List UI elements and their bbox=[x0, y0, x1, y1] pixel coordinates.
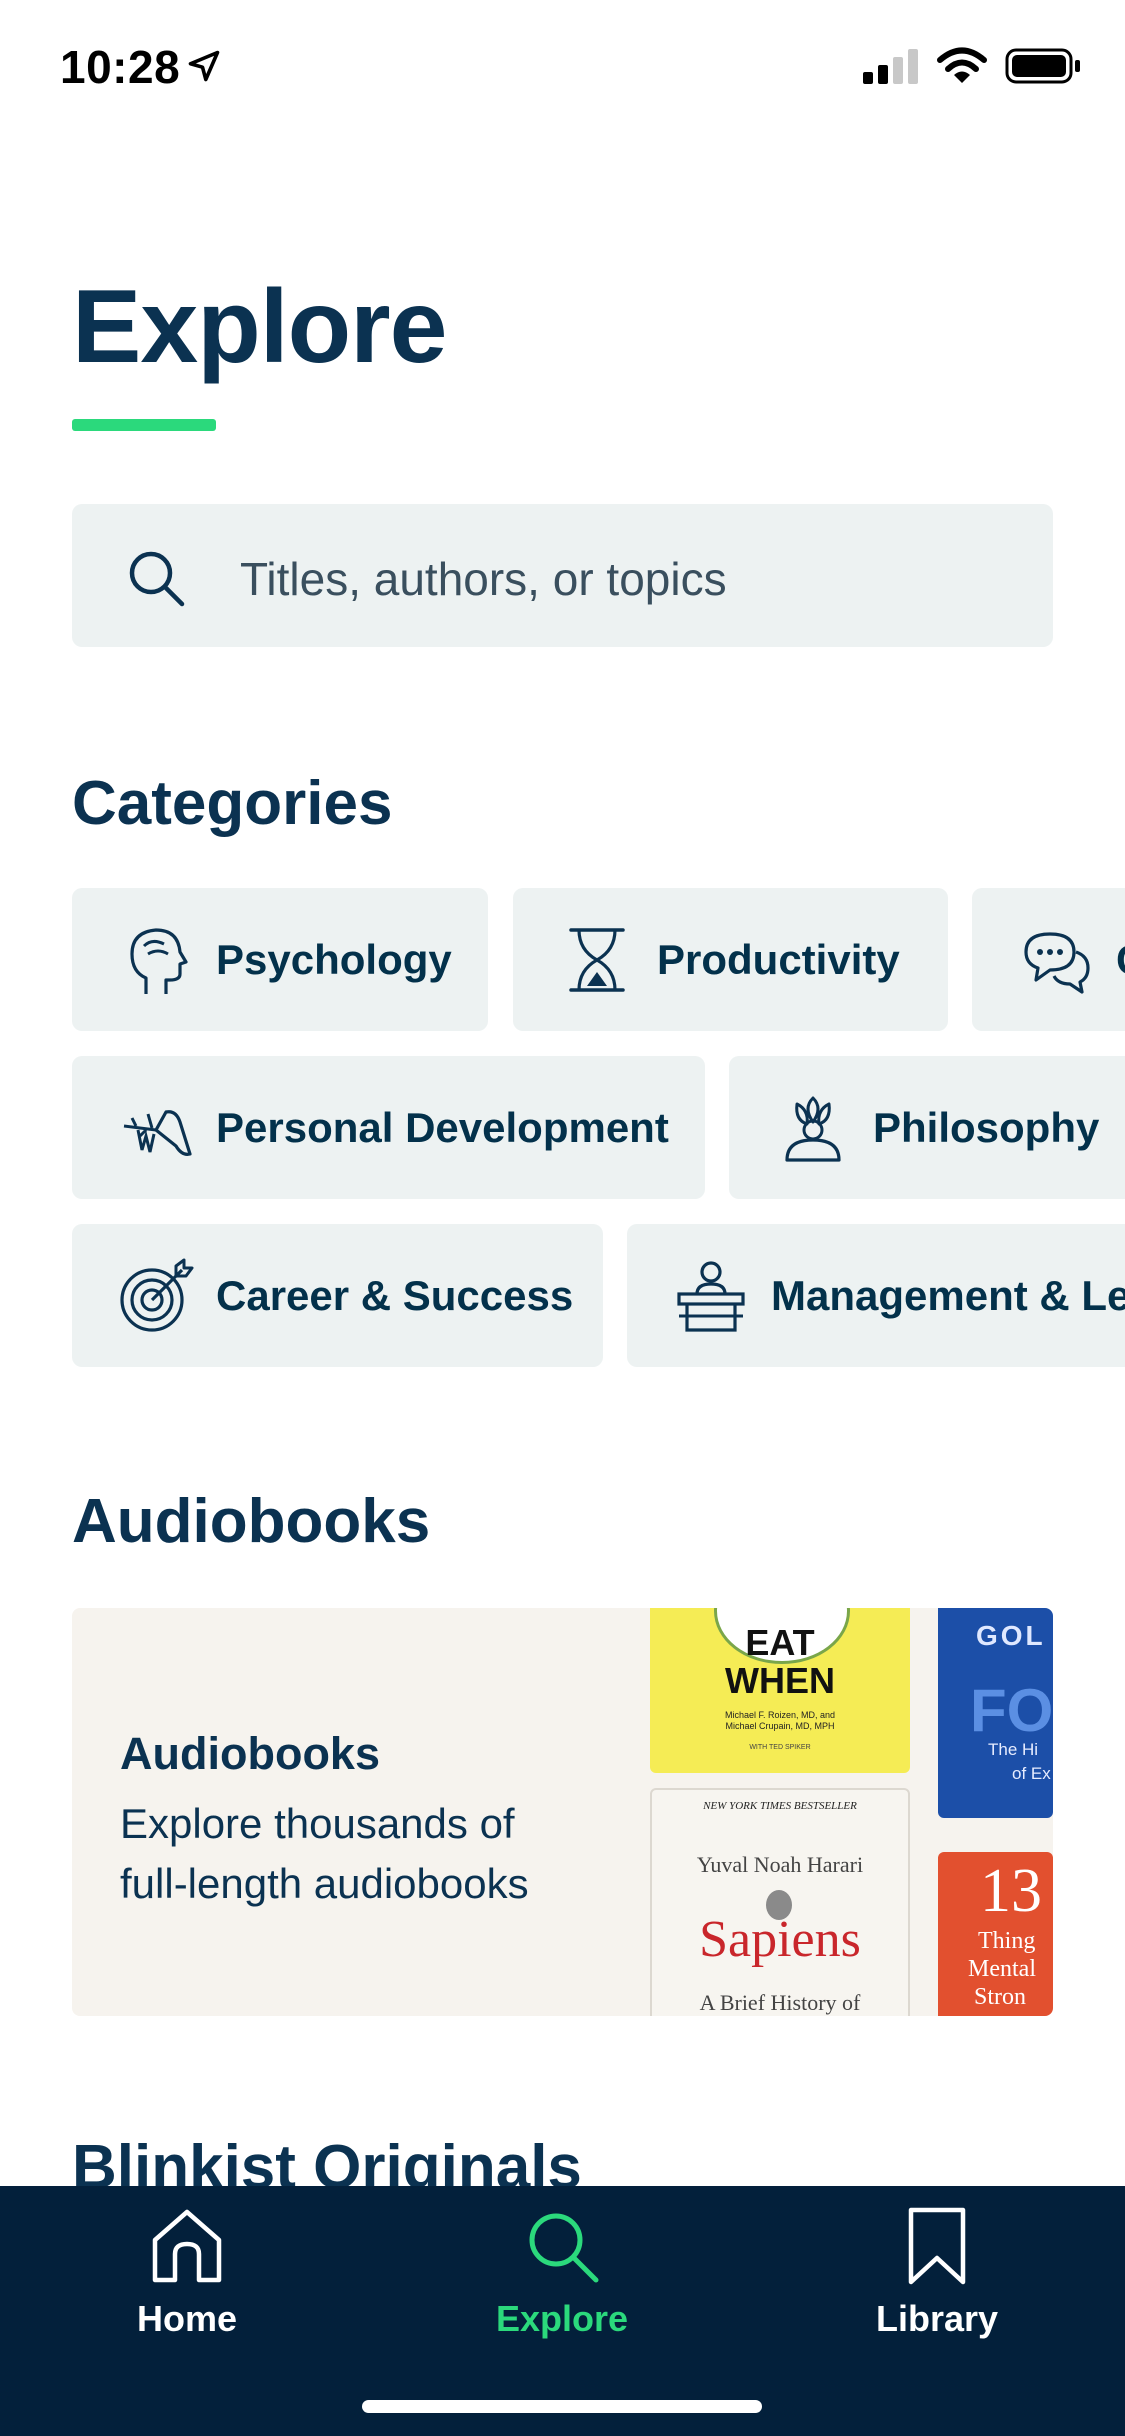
location-arrow-icon bbox=[188, 50, 220, 82]
book-title-word: EAT bbox=[745, 1622, 815, 1663]
category-chip-label: Psychology bbox=[216, 935, 452, 983]
nav-label: Library bbox=[875, 2298, 999, 2339]
category-chip-communication[interactable]: C bbox=[972, 888, 1125, 1031]
category-chip-career-success[interactable]: Career & Success bbox=[72, 1224, 603, 1367]
title-underline bbox=[72, 419, 216, 431]
book-cover-13-things: 13 Thing Mental Stron bbox=[938, 1852, 1053, 2016]
category-chip-label: Personal Development bbox=[216, 1103, 669, 1151]
book-subtitle: A Brief History of bbox=[699, 1990, 861, 2015]
book-number: 13 bbox=[980, 1857, 1042, 1925]
category-chip-label: Career & Success bbox=[216, 1271, 574, 1319]
status-icons bbox=[863, 46, 1081, 86]
audiobooks-title: Audiobooks bbox=[72, 1487, 431, 1556]
book-title-word: Stron bbox=[974, 1984, 1027, 2010]
book-cover-eat-when: EAT WHEN Michael F. Roizen, MD, and Mich… bbox=[650, 1608, 910, 1773]
nav-item-library[interactable]: Library bbox=[817, 2204, 1057, 2340]
book-cover-sapiens: NEW YORK TIMES BESTSELLER Yuval Noah Har… bbox=[650, 1788, 910, 2016]
hourglass-icon bbox=[569, 927, 625, 992]
lotus-icon bbox=[785, 1096, 841, 1162]
book-title-word: Mental bbox=[968, 1956, 1036, 1982]
book-banner: NEW YORK TIMES BESTSELLER bbox=[703, 1800, 857, 1812]
book-title: FO bbox=[970, 1677, 1053, 1744]
head-profile-icon bbox=[130, 927, 188, 994]
category-chip-label: C bbox=[1116, 936, 1125, 984]
book-extra: WITH TED SPIKER bbox=[749, 1744, 811, 1751]
nav-item-home[interactable]: Home bbox=[67, 2204, 307, 2340]
book-title: Sapiens bbox=[699, 1911, 861, 1968]
wifi-icon bbox=[937, 47, 987, 83]
nav-label: Home bbox=[136, 2298, 238, 2339]
swiss-knife-icon bbox=[123, 1109, 192, 1156]
category-chip-label: Productivity bbox=[657, 935, 900, 983]
search-icon bbox=[529, 2213, 599, 2283]
book-title-word: Thing bbox=[978, 1928, 1036, 1954]
category-chip-management-leadership[interactable]: Management & Le bbox=[627, 1224, 1125, 1367]
podium-icon bbox=[677, 1260, 745, 1332]
target-icon bbox=[120, 1258, 194, 1332]
category-chip-productivity[interactable]: Productivity bbox=[513, 888, 948, 1031]
home-indicator bbox=[362, 2400, 762, 2413]
category-chip-label: Philosophy bbox=[873, 1103, 1100, 1151]
category-chip-psychology[interactable]: Psychology bbox=[72, 888, 488, 1031]
home-icon bbox=[152, 2209, 222, 2283]
battery-icon bbox=[1005, 48, 1080, 84]
nav-item-explore[interactable]: Explore bbox=[442, 2204, 682, 2340]
book-subtitle: The Hi bbox=[988, 1740, 1039, 1759]
book-author: GOL bbox=[976, 1620, 1046, 1651]
audiobooks-card-title: Audiobooks bbox=[120, 1728, 380, 1779]
speech-bubbles-icon bbox=[1024, 931, 1090, 994]
status-bar: 10:28 bbox=[0, 0, 1125, 140]
status-time: 10:28 bbox=[60, 41, 181, 93]
search-placeholder: Titles, authors, or topics bbox=[240, 553, 727, 605]
search-icon bbox=[129, 551, 185, 607]
category-chip-philosophy[interactable]: Philosophy bbox=[729, 1056, 1125, 1199]
bookmark-icon bbox=[908, 2207, 966, 2285]
audiobooks-card-description: Explore thousands of full-length audiobo… bbox=[120, 1800, 529, 1907]
book-title-word: WHEN bbox=[725, 1660, 835, 1701]
audiobooks-card[interactable]: Audiobooks Explore thousands of full-len… bbox=[72, 1608, 1053, 2016]
book-cover-focus: GOL FO The Hi of Ex bbox=[938, 1608, 1053, 1818]
category-chip-personal-development[interactable]: Personal Development bbox=[72, 1056, 705, 1199]
search-input[interactable]: Titles, authors, or topics bbox=[72, 504, 1053, 647]
book-subtitle: of Ex bbox=[1012, 1764, 1051, 1783]
categories-title: Categories bbox=[72, 769, 393, 838]
book-authors: Michael F. Roizen, MD, and Michael Crupa… bbox=[724, 1710, 836, 1731]
book-author: Yuval Noah Harari bbox=[696, 1852, 864, 1877]
category-chip-label: Management & Le bbox=[771, 1271, 1125, 1319]
bottom-nav: Home Explore Library bbox=[0, 2186, 1125, 2436]
cellular-signal-icon bbox=[863, 49, 918, 84]
nav-label: Explore bbox=[495, 2298, 629, 2339]
page-title: Explore bbox=[72, 269, 447, 385]
